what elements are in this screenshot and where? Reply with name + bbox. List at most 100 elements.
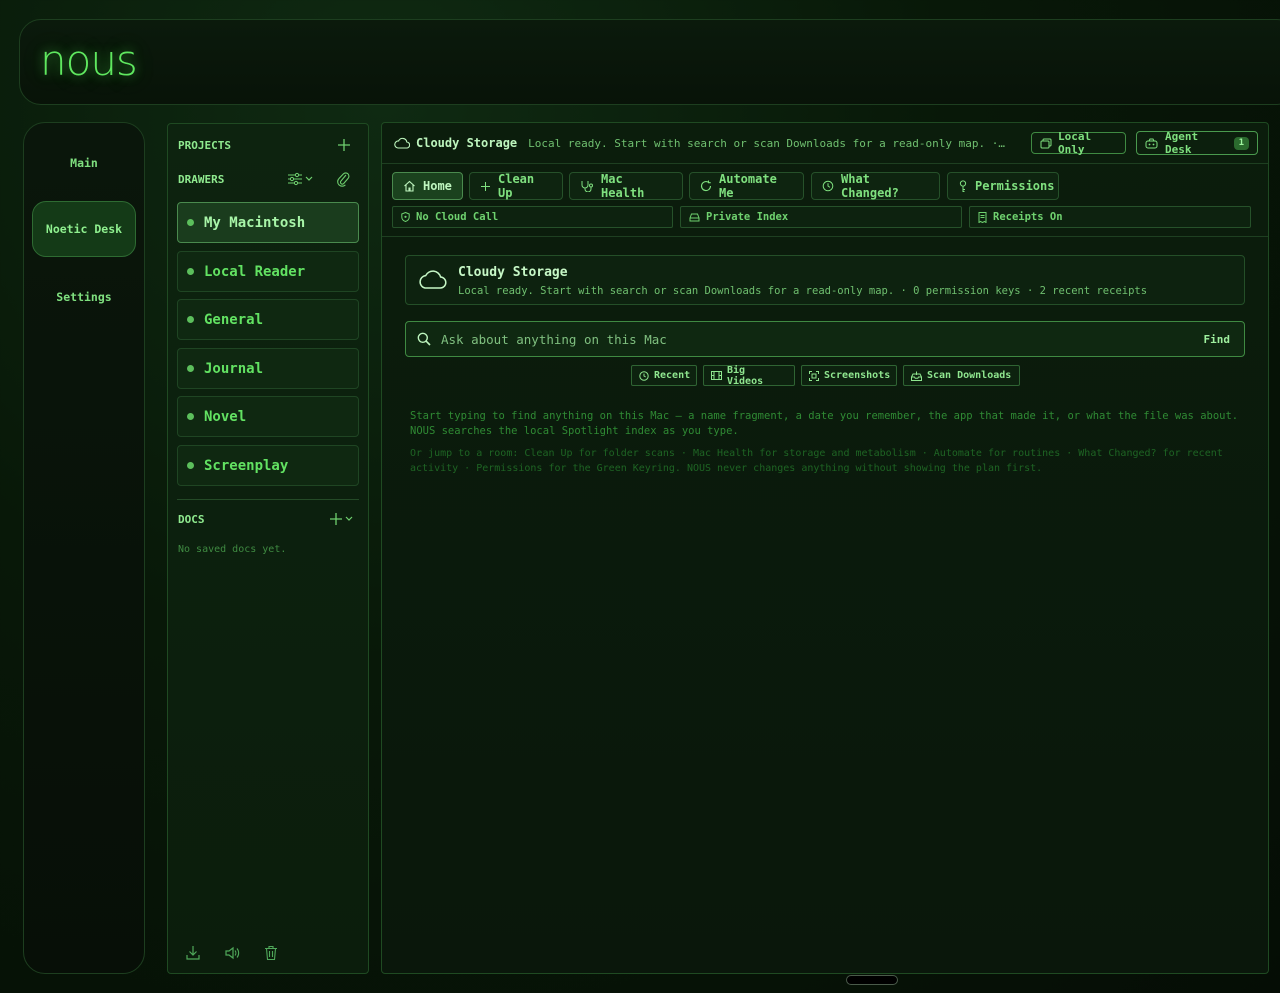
tab-label: Automate Me <box>719 172 777 200</box>
drawer-my-macintosh[interactable]: My Macintosh <box>177 202 359 243</box>
quick-label: Scan Downloads <box>927 370 1012 381</box>
quick-recent-button[interactable]: Recent <box>631 365 697 386</box>
cloud-large-icon <box>417 268 447 290</box>
agent-desk-button[interactable]: Agent Desk 1 <box>1136 130 1258 156</box>
add-doc-icon[interactable] <box>329 512 355 526</box>
top-bar: nous <box>19 19 1280 105</box>
trash-icon[interactable] <box>264 945 278 961</box>
tab-automate-me[interactable]: Automate Me <box>689 172 804 200</box>
quick-label: Recent <box>654 370 691 381</box>
save-icon[interactable] <box>186 945 200 961</box>
tab-what-changed[interactable]: What Changed? <box>811 172 940 200</box>
storage-card: Cloudy Storage Local ready. Start with s… <box>405 255 1245 305</box>
nav-item-noetic-desk[interactable]: Noetic Desk <box>32 201 136 257</box>
drawer-local-reader[interactable]: Local Reader <box>177 251 359 292</box>
speaker-icon[interactable] <box>224 945 240 961</box>
drive-icon <box>689 213 706 222</box>
tab-label: What Changed? <box>841 172 899 200</box>
quick-big-videos-button[interactable]: Big Videos <box>703 364 795 387</box>
cloud-icon <box>394 137 410 149</box>
nav-item-main[interactable]: Main <box>32 135 136 191</box>
filter-sliders-icon[interactable] <box>287 172 315 186</box>
find-button[interactable]: Find <box>1204 333 1231 346</box>
nav-item-settings[interactable]: Settings <box>32 269 136 325</box>
drawer-dot <box>187 316 194 323</box>
paperclip-icon[interactable] <box>336 171 350 187</box>
stethoscope-icon <box>580 180 601 192</box>
header-divider <box>382 236 1268 237</box>
storage-card-title: Cloudy Storage <box>458 265 568 280</box>
tab-label: Mac Health <box>601 172 645 200</box>
home-indicator <box>846 975 898 985</box>
drawer-screenplay[interactable]: Screenplay <box>177 445 359 486</box>
tab-home[interactable]: Home <box>392 172 463 200</box>
drawer-label: General <box>204 311 264 328</box>
projects-title: PROJECTS <box>178 139 231 152</box>
drawers-title: DRAWERS <box>178 173 225 186</box>
robot-icon <box>1145 138 1158 149</box>
tab-label: Permissions <box>975 179 1055 193</box>
local-only-label: Local Only <box>1058 130 1092 156</box>
chip-no-cloud-call: No Cloud Call <box>392 206 673 228</box>
drawer-dot <box>187 219 194 226</box>
chip-label: No Cloud Call <box>416 211 499 223</box>
tab-label: Clean Up <box>498 172 535 200</box>
add-project-icon[interactable] <box>337 138 351 152</box>
drawer-label: Screenplay <box>204 457 289 474</box>
tab-clean-up[interactable]: Clean Up <box>469 172 563 200</box>
chip-label: Receipts On <box>993 211 1063 223</box>
drawer-dot <box>187 365 194 372</box>
docs-title: DOCS <box>178 513 205 526</box>
drawer-label: Journal <box>204 360 264 377</box>
app-logo: nous <box>40 36 138 85</box>
main-panel: Cloudy Storage Local ready. Start with s… <box>381 122 1269 974</box>
agent-desk-label: Agent Desk <box>1165 130 1199 156</box>
refresh-icon <box>700 180 719 192</box>
search-input[interactable] <box>439 330 1183 348</box>
chip-receipts-on: Receipts On <box>969 206 1251 228</box>
storage-card-subtitle: Local ready. Start with search or scan D… <box>458 285 1148 297</box>
help-text-primary: Start typing to find anything on this Ma… <box>410 410 1239 437</box>
drawer-label: My Macintosh <box>204 214 306 231</box>
help-text-secondary: Or jump to a room: Clean Up for folder s… <box>410 448 1223 474</box>
drawer-label: Local Reader <box>204 263 306 280</box>
drawer-novel[interactable]: Novel <box>177 396 359 437</box>
chip-label: Private Index <box>706 211 789 223</box>
drawer-dot <box>187 268 194 275</box>
panel-tools <box>186 945 278 961</box>
local-only-button[interactable]: Local Only <box>1031 130 1126 156</box>
search-bar: Find <box>405 321 1245 357</box>
copy-icon <box>1040 138 1052 149</box>
search-icon <box>417 332 431 346</box>
key-icon <box>958 179 975 193</box>
clock-icon <box>639 370 654 381</box>
quick-screenshots-button[interactable]: Screenshots <box>801 365 897 386</box>
drawer-general[interactable]: General <box>177 299 359 340</box>
home-icon <box>403 180 423 192</box>
projects-panel: PROJECTS DRAWERS My Macintosh Local Read… <box>167 123 369 974</box>
tab-label: Home <box>423 179 452 193</box>
docs-empty-text: No saved docs yet. <box>178 544 287 555</box>
screenshot-icon <box>809 370 824 381</box>
tray-icon <box>911 371 927 381</box>
tab-mac-health[interactable]: Mac Health <box>569 172 683 200</box>
quick-scan-downloads-button[interactable]: Scan Downloads <box>903 365 1020 386</box>
tab-permissions[interactable]: Permissions <box>947 172 1059 200</box>
quick-label: Screenshots <box>824 370 891 381</box>
sparkle-icon <box>480 181 498 192</box>
quick-label: Big Videos <box>727 364 764 387</box>
drawer-journal[interactable]: Journal <box>177 348 359 389</box>
receipt-icon <box>978 211 993 223</box>
drawer-label: Novel <box>204 408 247 425</box>
header-status: Local ready. Start with search or scan D… <box>528 136 1009 150</box>
panel-divider <box>177 499 359 500</box>
drawer-dot <box>187 462 194 469</box>
left-nav: Main Noetic Desk Settings <box>23 122 145 974</box>
film-icon <box>711 371 727 380</box>
drawer-dot <box>187 413 194 420</box>
header-title: Cloudy Storage <box>416 136 518 150</box>
chip-private-index: Private Index <box>680 206 962 228</box>
agent-desk-badge: 1 <box>1233 136 1249 150</box>
shield-icon <box>401 212 416 222</box>
history-icon <box>822 180 841 192</box>
